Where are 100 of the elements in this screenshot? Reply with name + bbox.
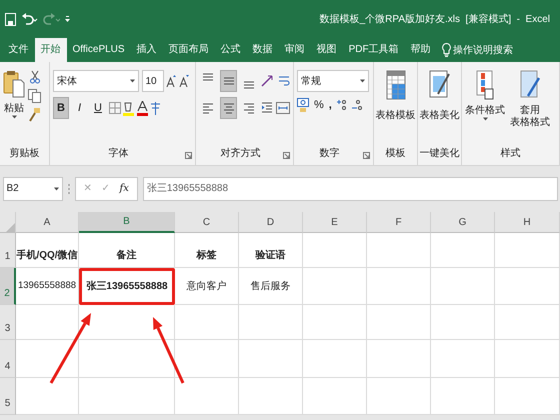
font-color-icon[interactable]	[136, 100, 148, 116]
empty-cell[interactable]	[239, 305, 303, 340]
paste-button[interactable]: 粘贴	[4, 103, 24, 115]
table-icon[interactable]	[386, 70, 406, 100]
empty-cell[interactable]	[495, 305, 560, 340]
font-size-field[interactable]: 10	[142, 70, 164, 92]
table-style-icon[interactable]	[520, 70, 540, 100]
empty-cell[interactable]	[79, 378, 175, 415]
name-box[interactable]: B2	[2, 176, 62, 200]
ribbon-tab[interactable]: OfficePLUS	[66, 38, 131, 62]
empty-cell[interactable]	[79, 340, 175, 378]
dialog-launcher-icon[interactable]	[185, 152, 192, 159]
empty-cell[interactable]	[303, 305, 367, 340]
ribbon-tab[interactable]: 文件	[2, 38, 34, 62]
formula-field[interactable]: 张三13965558888	[142, 176, 558, 200]
column-header[interactable]: B	[79, 212, 175, 233]
column-header[interactable]: H	[495, 212, 560, 233]
empty-cell[interactable]	[175, 305, 239, 340]
fill-color-icon[interactable]	[123, 100, 134, 116]
phonetic-icon[interactable]	[150, 102, 161, 114]
percent-button[interactable]: %	[314, 97, 324, 114]
caret-icon[interactable]	[54, 186, 58, 190]
table-brush-icon[interactable]	[428, 70, 450, 100]
lightbulb-icon[interactable]	[442, 43, 451, 57]
dialog-launcher-icon[interactable]	[363, 152, 370, 159]
dialog-launcher-icon[interactable]	[283, 152, 290, 159]
empty-cell[interactable]	[431, 378, 495, 415]
ribbon-tab[interactable]: 插入	[130, 38, 163, 62]
scissors-icon[interactable]	[30, 70, 40, 84]
underline-button[interactable]: U	[90, 97, 106, 119]
caret-icon[interactable]	[482, 117, 488, 121]
insert-function-button[interactable]: fx	[120, 181, 129, 196]
ribbon-tab[interactable]: 视图	[310, 38, 343, 62]
save-icon[interactable]	[5, 12, 16, 26]
indent-icon[interactable]	[261, 102, 274, 114]
increase-font-icon[interactable]	[166, 75, 176, 87]
ribbon-tab[interactable]: 帮助	[404, 38, 437, 62]
wrap-text-icon[interactable]	[278, 75, 290, 87]
empty-cell[interactable]	[495, 268, 560, 305]
empty-cell[interactable]	[303, 340, 367, 378]
format-painter-icon[interactable]	[28, 108, 40, 122]
decrease-font-icon[interactable]	[178, 75, 188, 87]
row-header[interactable]: 5	[0, 378, 16, 415]
empty-cell[interactable]	[495, 340, 560, 378]
ribbon-tab[interactable]: 数据	[246, 38, 279, 62]
empty-cell[interactable]	[431, 233, 495, 268]
align-middle-button[interactable]	[220, 70, 238, 92]
table-template-button[interactable]: 表格模板	[376, 110, 416, 122]
table-beautify-button[interactable]: 表格美化	[420, 110, 460, 122]
format-as-table-button[interactable]: 套用 表格格式	[510, 105, 550, 129]
copy-icon[interactable]	[28, 89, 42, 103]
ribbon-tab[interactable]: PDF工具箱	[342, 38, 405, 62]
empty-cell[interactable]	[367, 378, 431, 415]
empty-cell[interactable]	[367, 340, 431, 378]
caret-icon[interactable]	[130, 79, 135, 83]
row-header[interactable]: 4	[0, 340, 16, 378]
empty-cell[interactable]	[495, 233, 560, 268]
empty-cell[interactable]	[367, 268, 431, 305]
merge-cells-icon[interactable]	[276, 102, 290, 114]
orientation-icon[interactable]	[261, 75, 276, 87]
empty-cell[interactable]	[495, 378, 560, 415]
bold-button[interactable]: B	[53, 97, 69, 119]
column-header[interactable]: C	[175, 212, 239, 233]
ribbon-tab[interactable]: 页面布局	[162, 38, 215, 62]
column-header[interactable]: G	[431, 212, 495, 233]
decrease-decimal-icon[interactable]	[352, 99, 362, 112]
empty-cell[interactable]	[367, 233, 431, 268]
italic-button[interactable]: I	[72, 97, 88, 119]
row-header[interactable]: 2	[0, 268, 16, 305]
empty-cell[interactable]	[431, 340, 495, 378]
empty-cell[interactable]	[303, 233, 367, 268]
customize-icon[interactable]	[65, 16, 70, 22]
column-header[interactable]: A	[16, 212, 79, 233]
empty-cell[interactable]	[431, 305, 495, 340]
align-center-button[interactable]	[220, 97, 238, 119]
tell-me-search[interactable]: 操作说明搜索	[453, 42, 514, 58]
font-name-field[interactable]: 宋体	[53, 70, 139, 92]
ribbon-tab[interactable]: 公式	[214, 38, 247, 62]
row-header[interactable]: 1	[0, 233, 16, 268]
empty-cell[interactable]	[431, 268, 495, 305]
empty-cell[interactable]	[175, 340, 239, 378]
empty-cell[interactable]	[239, 340, 303, 378]
row-header[interactable]: 3	[0, 305, 16, 340]
conditional-format-icon[interactable]	[476, 70, 494, 100]
conditional-formatting-button[interactable]: 条件格式	[465, 105, 505, 117]
caret-icon[interactable]	[360, 79, 365, 83]
empty-cell[interactable]	[239, 378, 303, 415]
empty-cell[interactable]	[303, 268, 367, 305]
undo-icon[interactable]	[21, 12, 38, 26]
empty-cell[interactable]	[367, 305, 431, 340]
caret-icon[interactable]	[12, 115, 16, 119]
ribbon-tab[interactable]: 审阅	[278, 38, 311, 62]
empty-cell[interactable]	[175, 378, 239, 415]
number-format-field[interactable]: 常规	[297, 70, 369, 92]
ribbon-tab[interactable]: 开始	[34, 38, 66, 62]
increase-decimal-icon[interactable]	[336, 99, 347, 112]
column-header[interactable]: D	[239, 212, 303, 233]
column-header[interactable]: E	[303, 212, 367, 233]
empty-cell[interactable]	[303, 378, 367, 415]
accounting-format-icon[interactable]	[297, 98, 309, 112]
